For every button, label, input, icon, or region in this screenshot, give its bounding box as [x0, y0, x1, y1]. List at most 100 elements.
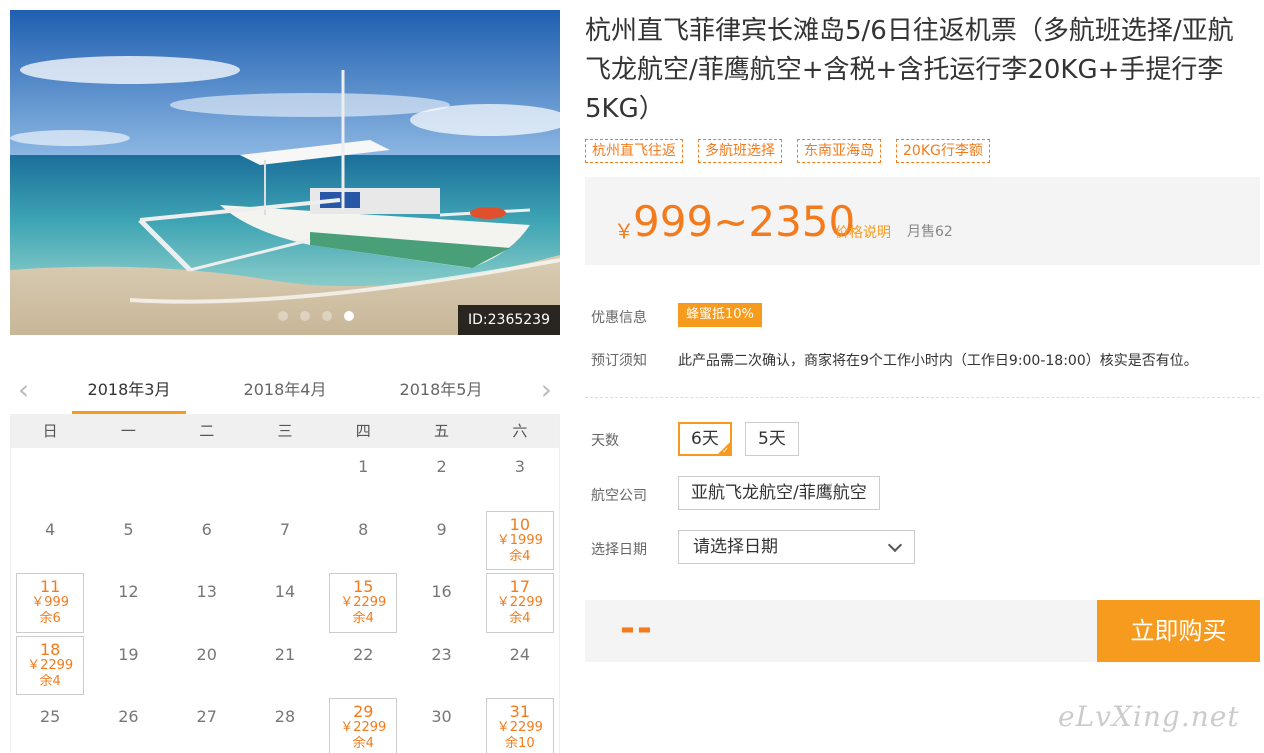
- airline-label: 航空公司: [591, 488, 647, 504]
- calendar-day-empty: [168, 448, 246, 511]
- calendar-day-available[interactable]: 17 ￥2299 余4: [481, 573, 559, 636]
- calendar-body: 1 2 3 4 5 6 7 8 9 10 ￥1999 余4 11 ￥999 余6 12 13 14 15 ￥2299 余…: [11, 448, 559, 753]
- carousel-dot[interactable]: [300, 311, 310, 321]
- price-explain-link[interactable]: 价格说明: [835, 222, 891, 242]
- price-panel: ￥ 999~2350 价格说明 月售62: [585, 177, 1260, 265]
- calendar-day-number: 24: [509, 644, 530, 664]
- tab-month-2[interactable]: 2018年4月: [228, 370, 342, 414]
- buy-now-button[interactable]: 立即购买: [1097, 600, 1260, 662]
- promo-label: 优惠信息: [591, 310, 647, 326]
- calendar-day: 2: [402, 448, 480, 511]
- monthly-sales: 月售62: [907, 224, 953, 240]
- purchase-bar: -- 立即购买: [585, 600, 1260, 662]
- calendar-day-number: 5: [123, 519, 134, 539]
- chevron-right-icon[interactable]: ›: [541, 376, 552, 404]
- calendar-day-empty: [11, 448, 89, 511]
- calendar-day-number: 28: [274, 707, 296, 726]
- calendar-day: 26: [89, 698, 167, 753]
- calendar-month-nav: ‹ 2018年3月 2018年4月 2018年5月 ›: [10, 370, 560, 414]
- carousel-dot-active[interactable]: [344, 311, 354, 321]
- calendar-day-number: 19: [118, 644, 139, 664]
- calendar-day: 1: [324, 448, 402, 511]
- calendar-day-number: 14: [274, 582, 296, 601]
- weekday-label: 日: [42, 422, 58, 440]
- calendar-day-number: 27: [196, 707, 217, 726]
- tag: 多航班选择: [698, 139, 782, 163]
- weekday-label: 五: [434, 422, 450, 440]
- calendar-day-number: 25: [39, 707, 61, 726]
- calendar-day: 6: [168, 511, 246, 574]
- calendar-day-available[interactable]: 31 ￥2299 余10: [481, 698, 559, 753]
- calendar-day-box: [16, 635, 85, 695]
- calendar-day-box: [329, 698, 398, 753]
- watermark-logo: eLvXing.net: [1058, 700, 1240, 733]
- day-option-label: 6天: [691, 429, 719, 449]
- tag: 杭州直飞往返: [585, 139, 683, 163]
- calendar-day: 3: [481, 448, 559, 511]
- calendar-day: 8: [324, 511, 402, 574]
- calendar-day-number: 16: [431, 582, 452, 601]
- calendar-day: 7: [246, 511, 324, 574]
- calendar-day-number: 12: [118, 582, 139, 601]
- calendar-day: 16: [402, 573, 480, 636]
- calendar-day-empty: [89, 448, 167, 511]
- date-select[interactable]: 请选择日期: [678, 530, 915, 564]
- calendar-day-available[interactable]: 18 ￥2299 余4: [11, 635, 89, 699]
- calendar-day-box: [485, 510, 554, 570]
- calendar-day-number: 8: [358, 519, 369, 539]
- tag: 东南亚海岛: [797, 139, 881, 163]
- calendar-week-row: 4 5 6 7 8 9 10 ￥1999 余4: [11, 510, 559, 574]
- calendar-day: 24: [481, 636, 559, 699]
- calendar-day-number: 4: [45, 519, 56, 539]
- carousel-dot[interactable]: [322, 311, 332, 321]
- calendar-day-number: 1: [358, 457, 369, 476]
- chevron-left-icon[interactable]: ‹: [18, 376, 29, 404]
- product-photo[interactable]: ID:2365239: [10, 10, 560, 335]
- calendar-day-number: 26: [118, 707, 139, 726]
- day-option-6[interactable]: 6天 ✓: [678, 422, 732, 456]
- airline-option[interactable]: 亚航飞龙航空/菲鹰航空: [678, 476, 880, 510]
- photo-id-badge: ID:2365239: [458, 305, 560, 335]
- chevron-down-icon: [887, 537, 903, 553]
- calendar-day-number: 21: [274, 644, 296, 664]
- promo-badge: 蜂蜜抵10%: [678, 303, 762, 327]
- calendar-day-box: [485, 698, 554, 753]
- calendar-day: 19: [89, 636, 167, 699]
- calendar-day-number: 9: [436, 519, 447, 539]
- calendar-day: 22: [324, 636, 402, 699]
- days-label: 天数: [591, 433, 619, 449]
- calendar-day: 25: [11, 698, 89, 753]
- carousel-dot[interactable]: [278, 311, 288, 321]
- tab-month-3[interactable]: 2018年5月: [384, 370, 498, 414]
- calendar-week-row: 1 2 3: [11, 448, 559, 511]
- calendar-day: 13: [168, 573, 246, 636]
- calendar-day-available[interactable]: 15 ￥2299 余4: [324, 573, 402, 636]
- calendar-day-empty: [246, 448, 324, 511]
- calendar-day-number: 6: [201, 519, 212, 539]
- day-option-5[interactable]: 5天: [745, 422, 799, 456]
- calendar-weekday-header: 日 一 二 三 四 五 六: [11, 414, 559, 448]
- calendar-day-number: 22: [353, 644, 374, 664]
- calendar-day-number: 3: [514, 457, 525, 476]
- calendar-day-number: 7: [279, 519, 291, 539]
- date-label: 选择日期: [591, 542, 647, 558]
- calendar-day: 14: [246, 573, 324, 636]
- currency-symbol: ￥: [614, 219, 634, 243]
- calendar-day: 9: [402, 511, 480, 574]
- price-calendar: 日 一 二 三 四 五 六 1 2 3 4 5 6 7 8 9 10 ￥1999 余4 11 ￥999 余6…: [10, 414, 560, 753]
- calendar-day-number: 2: [436, 457, 447, 476]
- calendar-day-number: 20: [196, 644, 217, 664]
- check-icon: ✓: [722, 446, 729, 455]
- tag: 20KG行李额: [896, 139, 990, 163]
- weekday-label: 一: [120, 422, 136, 440]
- calendar-day-available[interactable]: 29 ￥2299 余4: [324, 698, 402, 753]
- calendar-day: 5: [89, 511, 167, 574]
- tab-month-1[interactable]: 2018年3月: [72, 370, 186, 414]
- divider: [585, 397, 1260, 398]
- product-tags: 杭州直飞往返 多航班选择 东南亚海岛 20KG行李额: [585, 139, 990, 163]
- calendar-day-available[interactable]: 10 ￥1999 余4: [481, 510, 559, 574]
- calendar-day: 21: [246, 636, 324, 699]
- calendar-week-row: 25 26 27 28 29 ￥2299 余4 30 31 ￥2299 余10: [11, 698, 559, 753]
- calendar-day-available[interactable]: 11 ￥999 余6: [11, 573, 89, 636]
- total-price: --: [620, 608, 654, 649]
